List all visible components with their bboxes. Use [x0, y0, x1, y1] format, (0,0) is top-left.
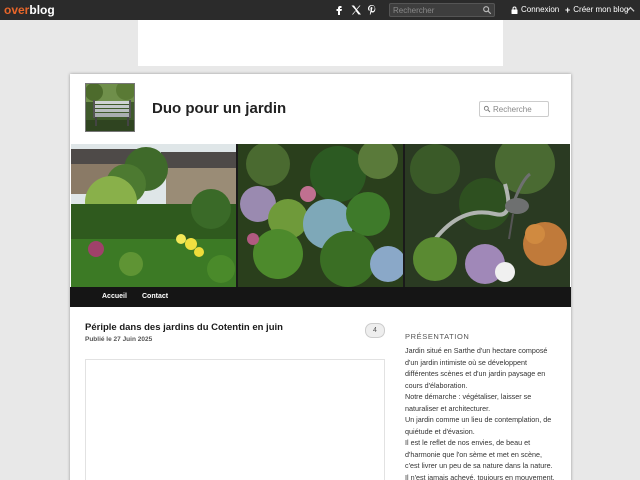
facebook-icon[interactable] [331, 2, 347, 18]
blog-page: Duo pour un jardin Recherche Accueil Con… [70, 74, 571, 480]
overblog-search-box [389, 3, 495, 17]
presentation-line: Un jardin comme un lieu de contemplation… [405, 415, 552, 436]
banner-photo-flower-border [238, 144, 403, 287]
pinterest-icon[interactable] [364, 2, 380, 18]
post-title[interactable]: Périple dans des jardins du Cotentin en … [85, 322, 283, 333]
presentation-line: Il n'est jamais achevé, toujours en mouv… [405, 472, 555, 480]
post-date: Publié le 27 Juin 2025 [85, 336, 153, 343]
chevron-up-icon[interactable] [626, 5, 635, 14]
blog-search-input[interactable] [493, 103, 547, 115]
ad-banner-space [138, 20, 503, 66]
x-icon[interactable] [348, 2, 364, 18]
create-blog-link[interactable]: + Créer mon blog [565, 4, 628, 16]
lock-icon [511, 6, 518, 14]
nav-item-contact[interactable]: Contact [142, 293, 168, 300]
plus-icon: + [565, 5, 571, 15]
blog-title[interactable]: Duo pour un jardin [152, 100, 286, 117]
presentation-text: Jardin situé en Sarthe d'un hectare comp… [405, 345, 555, 480]
presentation-line: Notre démarche : végétaliser, laisser se… [405, 392, 532, 413]
post-media-frame [85, 359, 385, 480]
blog-avatar[interactable] [85, 83, 135, 132]
overblog-topbar: overblog Connexion + Créer mon blog [0, 0, 640, 20]
blog-search-box [479, 101, 549, 117]
presentation-line: Jardin situé en Sarthe d'un hectare comp… [405, 346, 548, 390]
overblog-logo[interactable]: overblog [4, 3, 55, 17]
nav-item-accueil[interactable]: Accueil [102, 293, 127, 300]
banner-photo-house-garden [71, 144, 236, 287]
comment-count-bubble[interactable]: 4 [365, 323, 385, 338]
banner-photo-heron-sculpture [405, 144, 570, 287]
search-icon[interactable] [482, 5, 492, 15]
connexion-link[interactable]: Connexion [511, 4, 559, 16]
widget-title: PRÉSENTATION [405, 332, 470, 341]
presentation-line: Il est le reflet de nos envies, de beau … [405, 438, 553, 470]
search-icon[interactable] [483, 105, 491, 113]
main-nav: Accueil Contact [70, 287, 571, 307]
header-banner [71, 144, 570, 287]
overblog-search-input[interactable] [393, 4, 481, 16]
